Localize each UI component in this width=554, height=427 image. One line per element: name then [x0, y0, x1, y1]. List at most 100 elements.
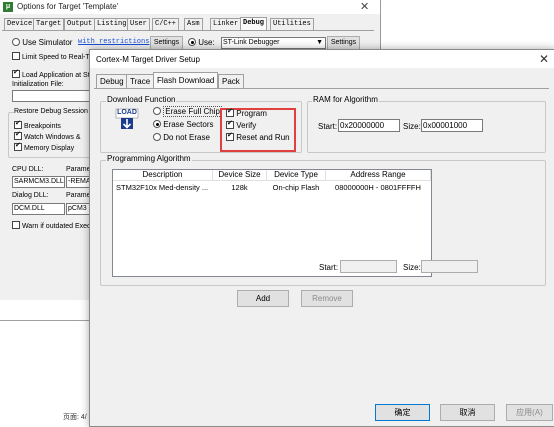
load-icon: LOAD	[115, 108, 139, 130]
load-icon-text: LOAD	[117, 109, 137, 116]
breakpoints-checkbox[interactable]	[14, 119, 22, 129]
program-label: Program	[236, 109, 267, 118]
erase-full-chip-option[interactable]: Erase Full Chip	[153, 106, 222, 117]
bg-close-icon[interactable]: ✕	[360, 0, 369, 13]
add-button[interactable]: Add	[237, 290, 289, 307]
debugger-settings-button[interactable]: Settings	[327, 36, 360, 50]
erase-full-chip-radio[interactable]	[153, 107, 161, 115]
column-header-device-size[interactable]: Device Size	[213, 170, 267, 181]
verify-option[interactable]: Verify	[226, 119, 257, 130]
load-app-checkbox[interactable]	[12, 68, 20, 78]
alg-size-input[interactable]	[421, 260, 478, 273]
use-label: Use:	[198, 38, 215, 47]
debugger-value: ST-Link Debugger	[223, 39, 280, 46]
warn-outdated-label: Warn if outdated Execu	[21, 223, 95, 230]
use-simulator-option[interactable]: Use Simulator	[12, 38, 72, 47]
cell-device-size: 128k	[231, 183, 248, 192]
program-checkbox[interactable]	[226, 107, 234, 117]
reset-and-run-label: Reset and Run	[236, 133, 290, 142]
bg-tab-linker[interactable]: Linker	[210, 18, 242, 30]
download-function-label: Download Function	[106, 95, 177, 104]
warn-outdated-option[interactable]: Warn if outdated Execu	[12, 221, 94, 230]
dialog-title-bar: Cortex-M Target Driver Setup ✕	[90, 50, 554, 68]
bg-tab-debug[interactable]: Debug	[240, 17, 268, 30]
alg-size-label: Size:	[403, 263, 421, 272]
tab-trace[interactable]: Trace	[126, 74, 155, 88]
target-driver-setup-dialog: Cortex-M Target Driver Setup ✕ Debug Tra…	[89, 49, 554, 427]
init-file-label: Initialization File:	[12, 81, 64, 88]
ram-start-input[interactable]: 0x20000000	[338, 119, 400, 132]
ram-size-label: Size:	[403, 122, 421, 131]
watch-windows-label: Watch Windows &	[23, 134, 81, 141]
apply-button[interactable]: 应用(A)	[506, 404, 553, 421]
dialog-dll-label: Dialog DLL:	[12, 192, 49, 199]
bg-tab-target[interactable]: Target	[33, 18, 65, 30]
load-app-option[interactable]: Load Application at Sta	[12, 68, 94, 79]
watch-windows-option[interactable]: Watch Windows &	[14, 130, 81, 141]
erase-sectors-option[interactable]: Erase Sectors	[153, 120, 213, 129]
column-header-description[interactable]: Description	[113, 170, 213, 181]
programming-algorithm-label: Programming Algorithm	[106, 154, 192, 163]
ram-start-label: Start:	[318, 122, 338, 131]
verify-label: Verify	[236, 121, 257, 130]
bg-title-bar: μ Options for Target 'Template' ✕	[0, 0, 380, 14]
reset-and-run-checkbox[interactable]	[226, 131, 234, 141]
breakpoints-option[interactable]: Breakpoints	[14, 119, 61, 130]
program-option[interactable]: Program	[226, 107, 267, 118]
debugger-select[interactable]: ST-Link Debugger ▼	[221, 37, 326, 49]
bg-tab-cpp[interactable]: C/C++	[152, 18, 180, 30]
cancel-button[interactable]: 取消	[440, 404, 495, 421]
bg-tab-listing[interactable]: Listing	[94, 18, 130, 30]
cell-address-range: 08000000H - 0801FFFFH	[335, 183, 421, 192]
cpu-dll-field[interactable]: SARMCM3.DLL	[12, 176, 65, 188]
init-file-input[interactable]	[12, 90, 91, 102]
restore-session-label: Restore Debug Session S	[14, 108, 95, 115]
remove-button[interactable]: Remove	[301, 290, 353, 307]
breakpoints-label: Breakpoints	[23, 123, 61, 130]
with-restrictions-link[interactable]: with restrictions	[78, 38, 149, 46]
dialog-dll-field[interactable]: DCM.DLL	[12, 203, 65, 215]
do-not-erase-radio[interactable]	[153, 133, 161, 141]
tab-debug[interactable]: Debug	[96, 74, 128, 88]
cell-description: STM32F10x Med-density ...	[116, 183, 209, 192]
erase-sectors-radio[interactable]	[153, 120, 161, 128]
reset-and-run-option[interactable]: Reset and Run	[226, 131, 290, 142]
alg-start-label: Start:	[319, 263, 339, 272]
bg-tab-output[interactable]: Output	[64, 18, 96, 30]
chevron-down-icon: ▼	[316, 39, 323, 46]
bg-tab-device[interactable]: Device	[4, 18, 36, 30]
load-app-label: Load Application at Sta	[21, 72, 94, 79]
page-indicator: 页面: 4/	[63, 414, 87, 421]
use-debugger-radio[interactable]	[188, 38, 196, 46]
use-simulator-radio[interactable]	[12, 38, 20, 46]
column-header-address-range[interactable]: Address Range	[326, 170, 431, 181]
limit-speed-option[interactable]: Limit Speed to Real-Tir	[12, 52, 93, 61]
tab-flash-download[interactable]: Flash Download	[153, 72, 219, 89]
watch-windows-checkbox[interactable]	[14, 130, 22, 140]
ok-button[interactable]: 确定	[375, 404, 430, 421]
erase-full-chip-label: Erase Full Chip	[163, 106, 222, 117]
verify-checkbox[interactable]	[226, 119, 234, 129]
memory-display-label: Memory Display	[23, 145, 75, 152]
limit-speed-checkbox[interactable]	[12, 52, 20, 60]
table-row[interactable]: STM32F10x Med-density ... 128k On-chip F…	[113, 182, 430, 194]
tab-pack[interactable]: Pack	[218, 74, 244, 88]
column-header-device-type[interactable]: Device Type	[267, 170, 326, 181]
cpu-dll-label: CPU DLL:	[12, 166, 44, 173]
warn-outdated-checkbox[interactable]	[12, 221, 20, 229]
memory-display-checkbox[interactable]	[14, 141, 22, 151]
alg-start-input[interactable]	[340, 260, 397, 273]
sim-settings-button[interactable]: Settings	[150, 36, 183, 50]
use-simulator-label: Use Simulator	[22, 38, 73, 47]
do-not-erase-option[interactable]: Do not Erase	[153, 133, 210, 142]
memory-display-option[interactable]: Memory Display	[14, 141, 75, 152]
bg-tab-user[interactable]: User	[127, 18, 150, 30]
close-icon[interactable]: ✕	[539, 52, 549, 66]
bg-tab-asm[interactable]: Asm	[184, 18, 203, 30]
use-debugger-option[interactable]: Use:	[188, 38, 215, 47]
bg-tab-utilities[interactable]: Utilities	[270, 18, 314, 30]
limit-speed-label: Limit Speed to Real-Tir	[21, 54, 94, 61]
bg-window-title: Options for Target 'Template'	[17, 2, 119, 11]
editor-divider	[0, 320, 90, 321]
ram-size-input[interactable]: 0x00001000	[421, 119, 483, 132]
